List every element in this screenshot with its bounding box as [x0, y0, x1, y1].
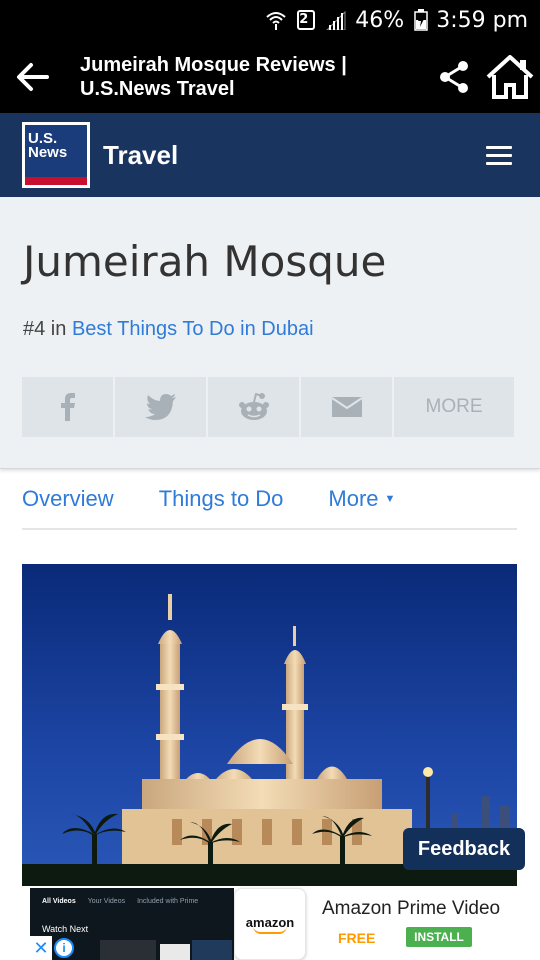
share-twitter-button[interactable] — [115, 377, 206, 437]
share-button[interactable] — [428, 40, 480, 113]
usnews-logo[interactable]: U.S. News — [22, 122, 90, 188]
app-bar: Jumeirah Mosque Reviews | U.S.News Trave… — [0, 40, 540, 113]
app-title: Jumeirah Mosque Reviews | U.S.News Trave… — [80, 53, 347, 100]
ad-title[interactable]: Amazon Prime Video — [322, 898, 500, 920]
section-title[interactable]: Travel — [103, 140, 486, 171]
feedback-button[interactable]: Feedback — [403, 828, 525, 870]
tab-more-label: More — [328, 486, 379, 511]
clock: 3:59 pm — [436, 7, 528, 33]
back-button[interactable] — [0, 40, 64, 113]
menu-button[interactable] — [486, 141, 512, 170]
wifi-icon — [265, 9, 287, 31]
share-facebook-button[interactable] — [22, 377, 113, 437]
ad-thumb-tab-yours: Your Videos — [87, 898, 126, 905]
site-header: U.S. News Travel — [0, 113, 540, 197]
tab-more[interactable]: More ▼ — [328, 486, 395, 512]
signal-icon — [325, 10, 347, 30]
ranking-line: #4 in Best Things To Do in Dubai — [23, 318, 314, 341]
rank-category-link[interactable]: Best Things To Do in Dubai — [72, 318, 314, 340]
page-title: Jumeirah Mosque — [23, 237, 387, 286]
email-icon — [331, 397, 362, 417]
share-email-button[interactable] — [301, 377, 392, 437]
facebook-icon — [60, 393, 75, 421]
battery-percent: 46% — [355, 7, 405, 33]
ad-info-icon[interactable]: i — [54, 938, 74, 958]
home-icon — [486, 54, 534, 99]
sim-slot-badge: 2 — [297, 10, 316, 30]
ad-price: FREE — [338, 930, 376, 946]
tab-overview[interactable]: Overview — [22, 486, 114, 512]
share-more-button[interactable]: MORE — [394, 377, 514, 437]
back-arrow-icon — [17, 62, 49, 91]
ad-thumb-tab-prime: Included with Prime — [137, 898, 199, 905]
ad-banner[interactable]: All Videos Your Videos Included with Prime… — [0, 886, 540, 960]
ad-thumb-watch-next: Watch Next — [42, 924, 89, 934]
battery-icon — [414, 9, 428, 31]
logo-line-2: News — [28, 144, 68, 161]
amazon-smile-icon — [253, 926, 287, 934]
share-reddit-button[interactable] — [208, 377, 299, 437]
tab-things-to-do[interactable]: Things to Do — [159, 486, 284, 512]
rank-prefix: #4 in — [23, 318, 72, 340]
ad-close-icon[interactable]: ✕ — [30, 936, 52, 960]
home-button[interactable] — [480, 40, 540, 113]
ad-install-button[interactable]: INSTALL — [406, 927, 472, 947]
hero-card: Jumeirah Mosque #4 in Best Things To Do … — [0, 197, 540, 469]
ad-thumb-tab-all: All Videos — [42, 898, 76, 905]
reddit-icon — [238, 393, 269, 420]
amazon-logo[interactable]: amazon — [234, 888, 306, 960]
share-bar: MORE — [22, 377, 516, 437]
tab-bar: Overview Things to Do More ▼ — [22, 470, 517, 530]
caret-down-icon: ▼ — [384, 493, 396, 505]
status-bar: 2 46% 3:59 pm — [0, 0, 540, 40]
share-icon — [440, 60, 468, 93]
twitter-icon — [144, 394, 176, 420]
